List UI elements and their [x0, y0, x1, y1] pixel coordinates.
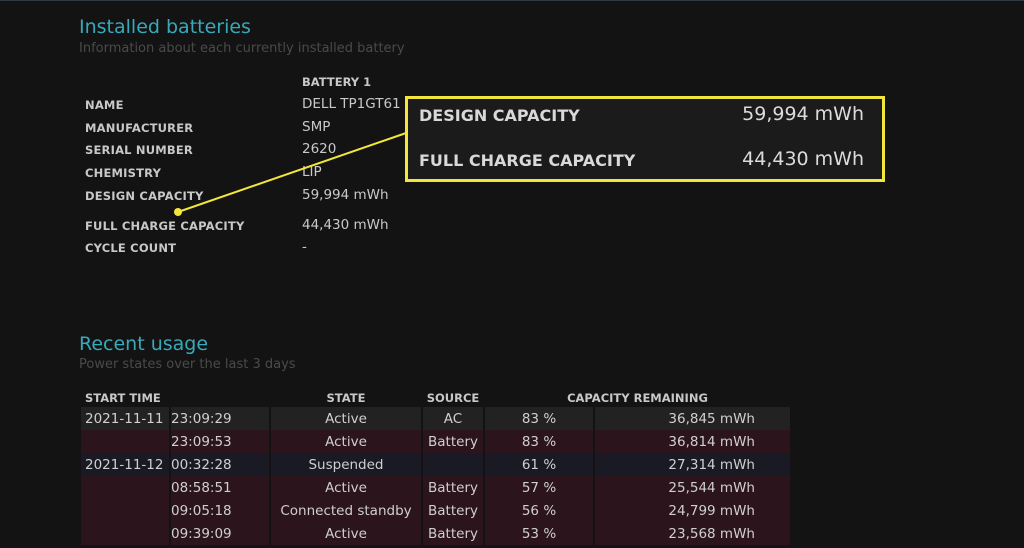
state-header: STATE	[326, 391, 366, 405]
mwh-cell: 27,314 mWh	[594, 453, 792, 476]
source-header: SOURCE	[426, 391, 480, 405]
table-row: 08:58:51 Active Battery 57 % 25,544 mWh	[81, 476, 792, 499]
table-row: 09:39:09 Active Battery 53 % 23,568 mWh	[81, 522, 792, 545]
callout-dot	[174, 208, 182, 216]
table-row: 09:05:18 Connected standby Battery 56 % …	[81, 499, 792, 522]
name-label: NAME	[85, 98, 124, 112]
time-cell: 23:09:29	[170, 407, 271, 430]
chemistry-label: CHEMISTRY	[85, 166, 162, 180]
capacity-remaining-header: CAPACITY REMAINING	[567, 391, 708, 405]
full-charge-capacity-label: FULL CHARGE CAPACITY	[85, 219, 245, 233]
time-cell: 09:05:18	[170, 499, 271, 522]
source-cell: Battery	[422, 476, 485, 499]
table-header-row: START TIME STATE SOURCE CAPACITY REMAINI…	[81, 389, 791, 407]
state-cell: Suspended	[270, 453, 423, 476]
source-cell: AC	[422, 407, 485, 430]
date-cell: 2021-11-12	[81, 453, 171, 476]
battery-column-header: BATTERY 1	[302, 75, 372, 89]
manufacturer-label: MANUFACTURER	[85, 121, 194, 135]
state-cell: Active	[270, 407, 423, 430]
source-cell: Battery	[422, 499, 485, 522]
time-cell: 00:32:28	[170, 453, 271, 476]
capacity-callout-box: DESIGN CAPACITY 59,994 mWh FULL CHARGE C…	[405, 96, 885, 182]
percent-cell: 53 %	[484, 522, 595, 545]
cycle-count-value: -	[302, 239, 307, 255]
table-row: 2021-11-12 00:32:28 Suspended 61 % 27,31…	[81, 453, 792, 476]
state-cell: Active	[270, 522, 423, 545]
mwh-cell: 25,544 mWh	[594, 476, 792, 499]
percent-cell: 57 %	[484, 476, 595, 499]
mwh-cell: 36,814 mWh	[594, 430, 792, 453]
source-cell: Battery	[422, 430, 485, 453]
date-cell	[81, 476, 171, 499]
window-top-border	[0, 0, 1024, 1]
table-row: 23:09:53 Active Battery 83 % 36,814 mWh	[81, 430, 792, 453]
date-cell	[81, 499, 171, 522]
cycle-count-label: CYCLE COUNT	[85, 241, 177, 255]
source-cell: Battery	[422, 522, 485, 545]
date-cell: 2021-11-11	[81, 407, 171, 430]
time-cell: 08:58:51	[170, 476, 271, 499]
time-cell: 23:09:53	[170, 430, 271, 453]
start-time-header: START TIME	[85, 391, 161, 405]
mwh-cell: 36,845 mWh	[594, 407, 792, 430]
callout-design-label: DESIGN CAPACITY	[419, 106, 580, 125]
state-cell: Connected standby	[270, 499, 423, 522]
time-cell: 09:39:09	[170, 522, 271, 545]
callout-full-value: 44,430 mWh	[742, 148, 864, 170]
percent-cell: 56 %	[484, 499, 595, 522]
installed-batteries-title: Installed batteries	[79, 16, 251, 38]
design-capacity-value: 59,994 mWh	[302, 187, 389, 203]
manufacturer-value: SMP	[302, 119, 331, 135]
serial-number-value: 2620	[302, 141, 337, 157]
percent-cell: 83 %	[484, 430, 595, 453]
source-cell	[422, 453, 485, 476]
percent-cell: 61 %	[484, 453, 595, 476]
mwh-cell: 24,799 mWh	[594, 499, 792, 522]
recent-usage-title: Recent usage	[79, 333, 209, 355]
mwh-cell: 23,568 mWh	[594, 522, 792, 545]
full-charge-capacity-value: 44,430 mWh	[302, 217, 389, 233]
installed-batteries-subtitle: Information about each currently install…	[79, 41, 405, 56]
serial-number-label: SERIAL NUMBER	[85, 143, 193, 157]
callout-full-label: FULL CHARGE CAPACITY	[419, 151, 636, 170]
design-capacity-label: DESIGN CAPACITY	[85, 189, 204, 203]
recent-usage-subtitle: Power states over the last 3 days	[79, 357, 296, 372]
date-cell	[81, 430, 171, 453]
name-value: DELL TP1GT61	[302, 96, 401, 112]
table-row: 2021-11-11 23:09:29 Active AC 83 % 36,84…	[81, 407, 792, 430]
chemistry-value: LIP	[302, 164, 322, 180]
state-cell: Active	[270, 430, 423, 453]
recent-usage-table: START TIME STATE SOURCE CAPACITY REMAINI…	[81, 389, 792, 545]
callout-design-value: 59,994 mWh	[742, 103, 864, 125]
date-cell	[81, 522, 171, 545]
percent-cell: 83 %	[484, 407, 595, 430]
state-cell: Active	[270, 476, 423, 499]
